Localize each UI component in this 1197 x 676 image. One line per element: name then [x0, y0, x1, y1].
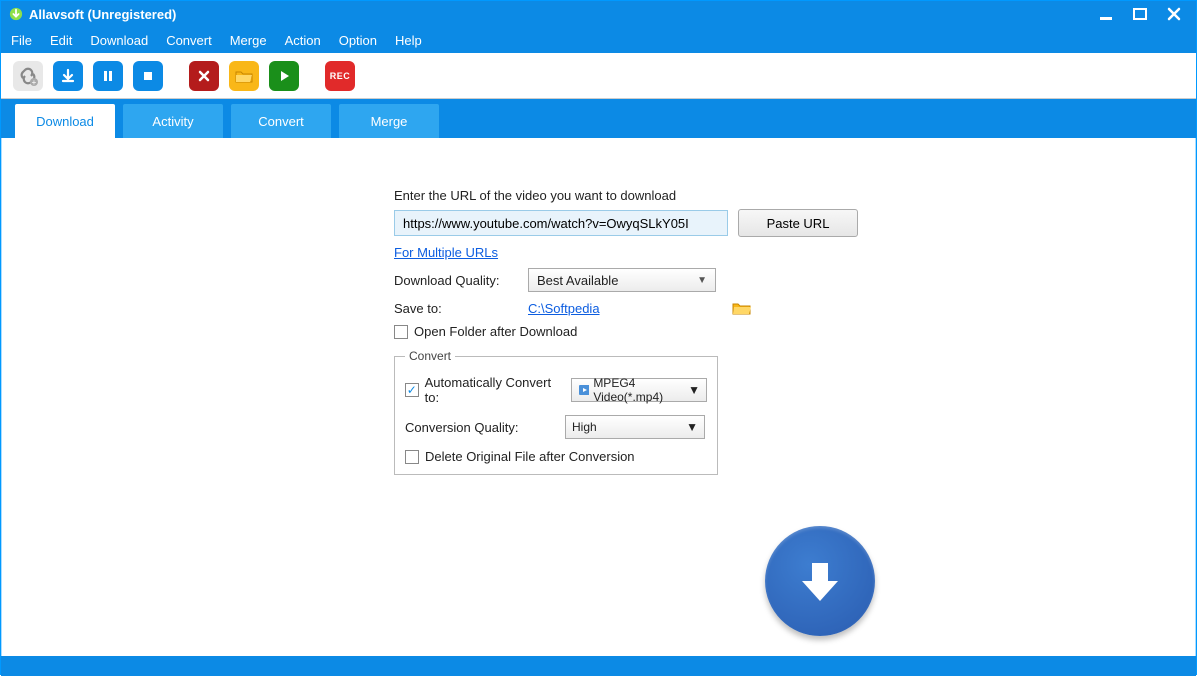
menu-action[interactable]: Action: [285, 33, 321, 48]
x-icon: [195, 67, 213, 85]
chevron-down-icon: ▼: [686, 420, 698, 434]
rec-label: REC: [330, 71, 351, 81]
window-title: Allavsoft (Unregistered): [29, 7, 176, 22]
pause-icon: [99, 67, 117, 85]
svg-text:+: +: [32, 78, 37, 86]
menu-download[interactable]: Download: [90, 33, 148, 48]
statusbar: [1, 656, 1196, 676]
multiple-urls-link[interactable]: For Multiple URLs: [394, 245, 498, 260]
download-arrow-icon: [59, 67, 77, 85]
tab-convert[interactable]: Convert: [231, 104, 331, 138]
toolbar-record-button[interactable]: REC: [325, 61, 355, 91]
minimize-icon[interactable]: [1098, 6, 1114, 22]
toolbar-play-button[interactable]: [269, 61, 299, 91]
titlebar: Allavsoft (Unregistered): [1, 1, 1196, 27]
conversion-quality-value: High: [572, 420, 597, 434]
url-label: Enter the URL of the video you want to d…: [394, 188, 874, 203]
auto-convert-label: Automatically Convert to:: [425, 375, 565, 405]
menu-help[interactable]: Help: [395, 33, 422, 48]
toolbar-stop-button[interactable]: [133, 61, 163, 91]
toolbar-link-button[interactable]: +: [13, 61, 43, 91]
toolbar-download-button[interactable]: [53, 61, 83, 91]
close-icon[interactable]: [1166, 6, 1182, 22]
menu-file[interactable]: File: [11, 33, 32, 48]
download-arrow-icon: [792, 553, 848, 609]
save-path-link[interactable]: C:\Softpedia: [528, 301, 600, 316]
conversion-quality-dropdown[interactable]: High ▼: [565, 415, 705, 439]
tab-activity[interactable]: Activity: [123, 104, 223, 138]
convert-format-value: MPEG4 Video(*.mp4): [593, 376, 688, 404]
menu-convert[interactable]: Convert: [166, 33, 212, 48]
play-icon: [275, 67, 293, 85]
chevron-down-icon: ▼: [697, 275, 707, 286]
url-input[interactable]: [394, 210, 728, 236]
menubar: File Edit Download Convert Merge Action …: [1, 27, 1196, 53]
video-file-icon: [578, 383, 590, 397]
save-to-label: Save to:: [394, 301, 528, 316]
chevron-down-icon: ▼: [688, 383, 700, 397]
download-quality-value: Best Available: [537, 273, 618, 288]
chain-link-icon: +: [18, 66, 38, 86]
delete-original-label: Delete Original File after Conversion: [425, 449, 635, 464]
open-folder-checkbox[interactable]: [394, 325, 408, 339]
toolbar-pause-button[interactable]: [93, 61, 123, 91]
paste-url-button[interactable]: Paste URL: [738, 209, 858, 237]
tabbar: Download Activity Convert Merge: [1, 99, 1196, 138]
stop-icon: [139, 67, 157, 85]
convert-format-dropdown[interactable]: MPEG4 Video(*.mp4) ▼: [571, 378, 707, 402]
content-area: Enter the URL of the video you want to d…: [1, 138, 1196, 656]
menu-option[interactable]: Option: [339, 33, 377, 48]
auto-convert-checkbox[interactable]: [405, 383, 419, 397]
toolbar-folder-button[interactable]: [229, 61, 259, 91]
folder-icon: [234, 67, 254, 85]
conversion-quality-label: Conversion Quality:: [405, 420, 559, 435]
convert-legend: Convert: [405, 349, 455, 363]
delete-original-checkbox[interactable]: [405, 450, 419, 464]
app-icon: [9, 7, 23, 21]
tab-download[interactable]: Download: [15, 104, 115, 138]
menu-merge[interactable]: Merge: [230, 33, 267, 48]
toolbar: + REC: [1, 53, 1196, 99]
maximize-icon[interactable]: [1132, 6, 1148, 22]
menu-edit[interactable]: Edit: [50, 33, 72, 48]
open-folder-label: Open Folder after Download: [414, 324, 577, 339]
toolbar-delete-button[interactable]: [189, 61, 219, 91]
big-download-button[interactable]: [765, 526, 875, 636]
folder-open-icon[interactable]: [732, 300, 752, 316]
download-quality-label: Download Quality:: [394, 273, 528, 288]
download-quality-dropdown[interactable]: Best Available ▼: [528, 268, 716, 292]
tab-merge[interactable]: Merge: [339, 104, 439, 138]
convert-group: Convert Automatically Convert to: MPEG4 …: [394, 349, 718, 475]
